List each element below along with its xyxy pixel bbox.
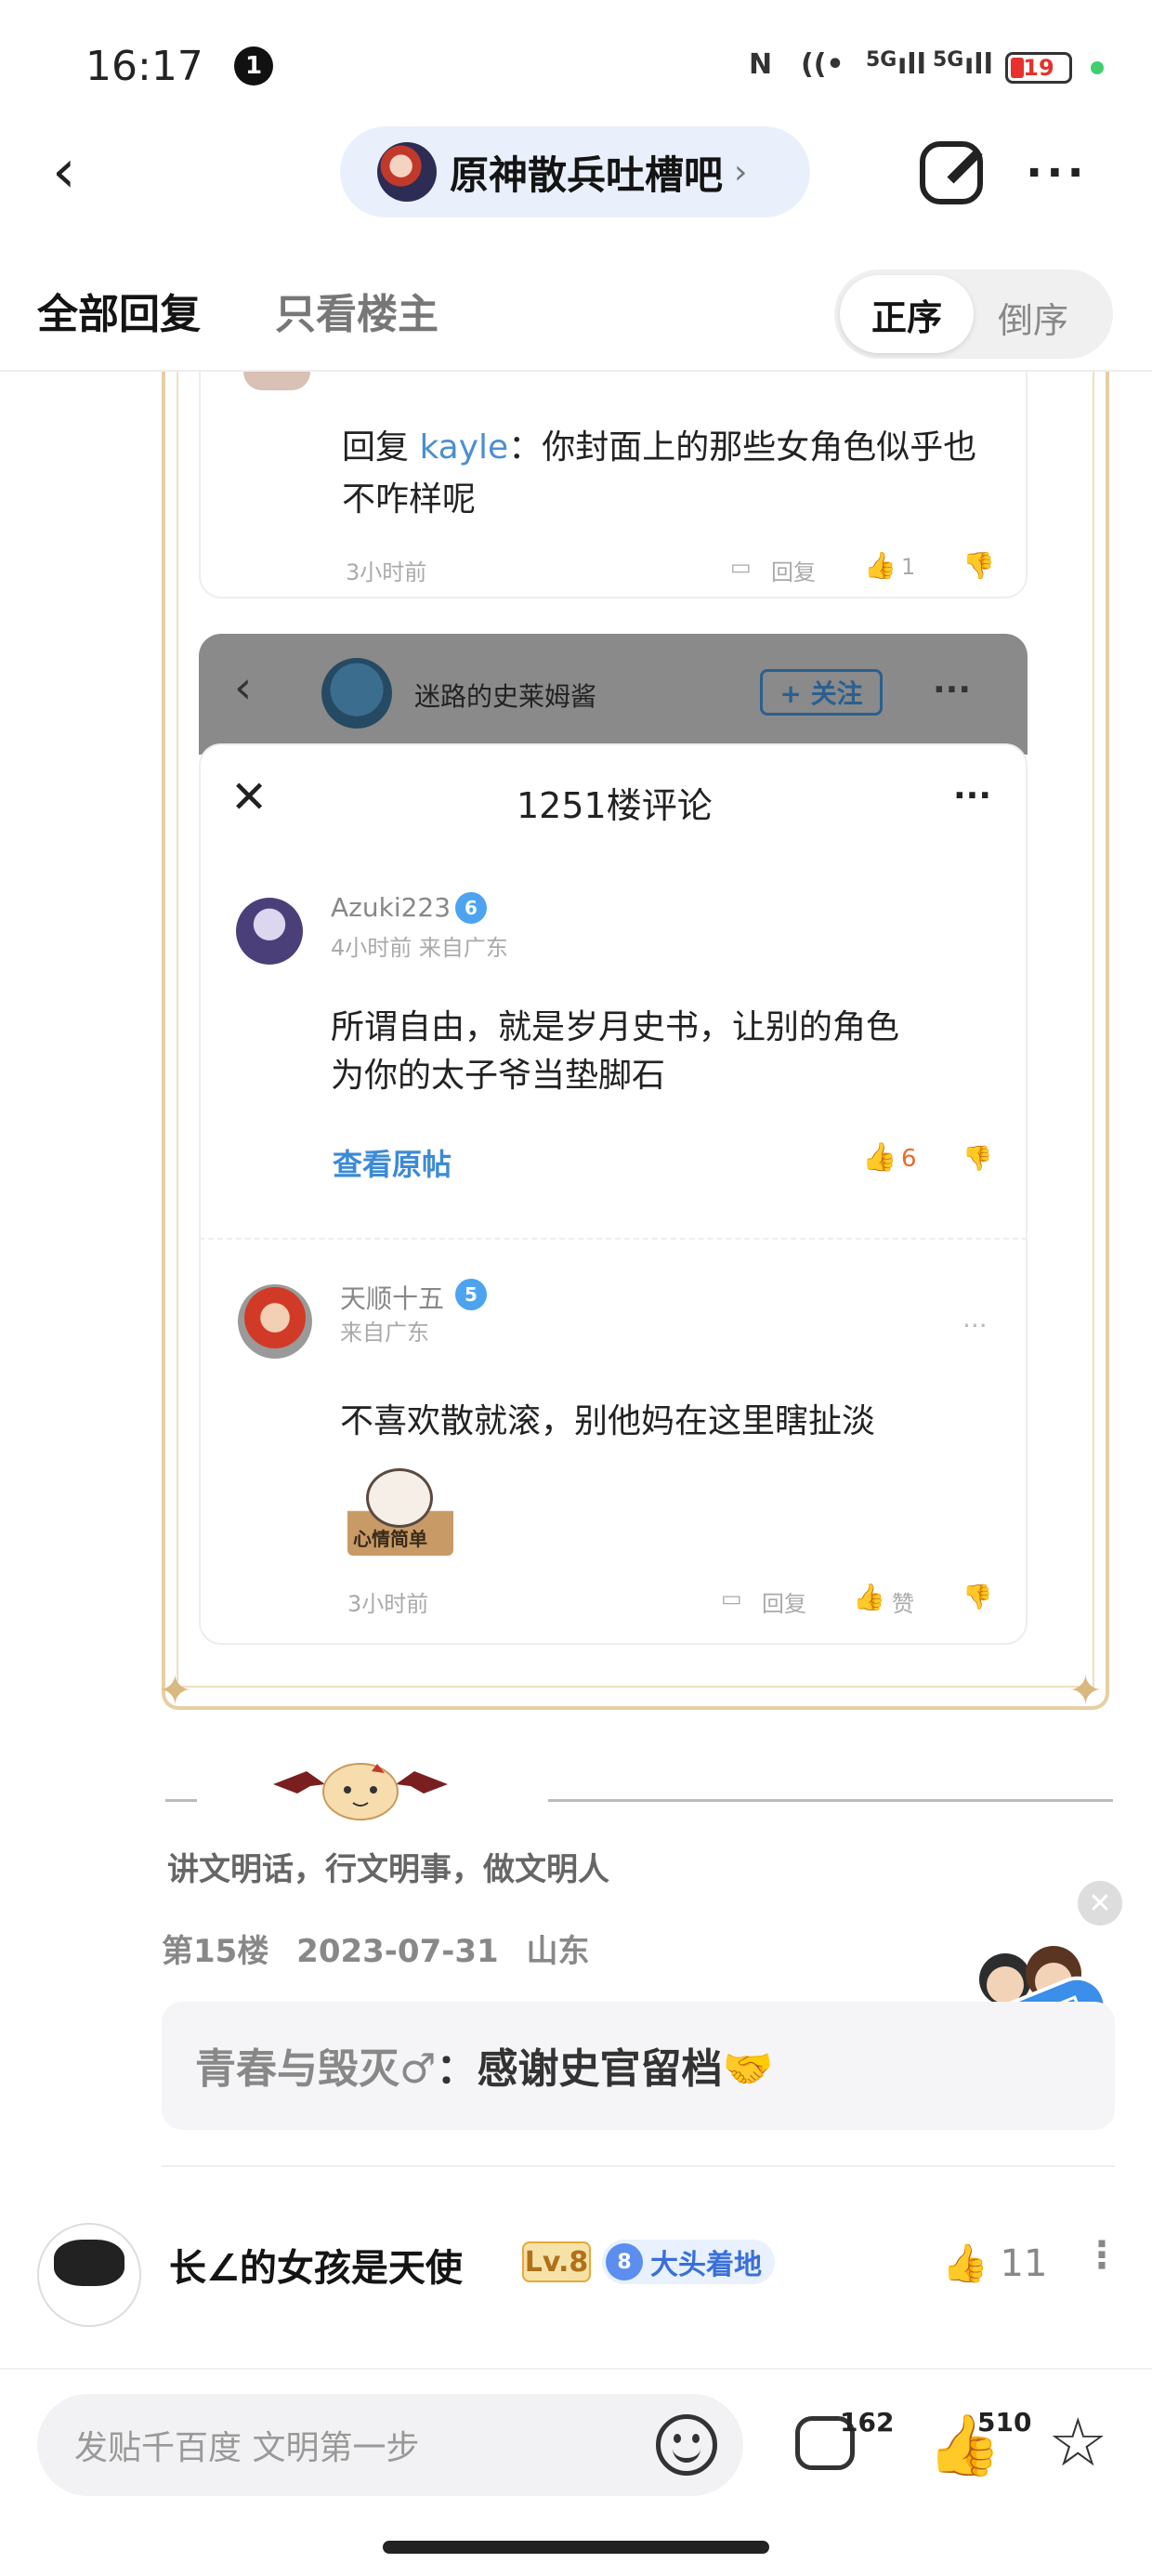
signature-line-right [548, 1799, 1113, 1802]
floor-meta: 第15楼 2023-07-31 山东 [162, 1925, 590, 1971]
comment-meta: 4小时前 来自广东 [331, 935, 508, 961]
emoji-icon[interactable] [656, 2414, 717, 2476]
comment-likes: 6 [901, 1145, 917, 1173]
comment-count: 162 [840, 2407, 895, 2438]
avatar [236, 898, 303, 965]
avatar-face [54, 2240, 124, 2286]
more-icon: ··· [933, 671, 972, 709]
post-signature: 讲文明话，行文明事，做文明人 [167, 1851, 609, 1888]
comment-divider [199, 1238, 1028, 1240]
comment-username: 天顺十五 [340, 1283, 445, 1314]
charging-dot [1091, 61, 1104, 74]
network-label-1: 5G [866, 48, 897, 72]
post-location: 山东 [526, 1933, 590, 1970]
title-level: 8 [606, 2243, 643, 2280]
cropped-avatar [243, 372, 310, 390]
forum-link[interactable]: 原神散兵吐槽吧 › [340, 126, 810, 217]
thumbs-down-icon: 👎 [962, 1145, 993, 1173]
title-label: 大头着地 [650, 2249, 762, 2281]
status-time: 16:17 [85, 43, 203, 90]
back-icon: ‹ [234, 662, 253, 714]
battery-level: 19 [1023, 55, 1054, 81]
post-divider [162, 2165, 1115, 2167]
level-badge: 6 [455, 892, 487, 924]
reply-user: kayle [419, 428, 509, 467]
thumbs-down-icon: 👎 [962, 550, 995, 581]
bat-cat-signature-image [273, 1763, 448, 1820]
promo-close-icon[interactable]: ✕ [1078, 1881, 1122, 1925]
thumbs-up-icon: 👍 [864, 550, 897, 581]
forum-name: 原神散兵吐槽吧 [450, 151, 724, 198]
signature-line-left [165, 1799, 197, 1802]
tab-all-replies[interactable]: 全部回复 [37, 281, 201, 340]
back-button[interactable]: ‹ [52, 139, 89, 204]
more-icon: ··· [953, 777, 992, 815]
network-label-2: 5G [933, 48, 964, 72]
reply-likes: 1 [901, 554, 916, 580]
thumbs-up-icon: 👍 [853, 1582, 885, 1612]
avatar [238, 1284, 312, 1359]
vertical-more-icon[interactable]: ⋮ [1083, 2234, 1120, 2277]
comment-time: 3小时前 [347, 1591, 429, 1617]
sticker-face [366, 1468, 433, 1528]
forum-avatar [377, 142, 437, 202]
frame-corner-star-right: ✦ [1068, 1667, 1103, 1715]
reply-prefix: 回复 [342, 428, 420, 467]
level-badge: 5 [455, 1279, 487, 1310]
close-icon: ✕ [230, 771, 268, 823]
signal-icon-2: ıll [964, 48, 993, 81]
chevron-right-icon: › [734, 152, 748, 191]
header-username: 迷路的史莱姆酱 [414, 681, 597, 712]
comment-icon: ▭ [730, 554, 752, 580]
quoted-reply-text: 回复 kayle：你封面上的那些女角色似乎也不咋样呢 [342, 422, 992, 526]
edit-icon[interactable] [920, 141, 983, 204]
post-username[interactable]: 长∠的女孩是天使 [169, 2238, 463, 2292]
sub-reply-box[interactable]: 青春与毁灭♂：感谢史官留档🤝 [162, 2002, 1115, 2130]
reply-action: 回复 [771, 559, 816, 585]
title-badge: 8 大头着地 [602, 2240, 775, 2284]
floor-number: 第15楼 [162, 1933, 269, 1970]
like-count: 510 [977, 2407, 1032, 2438]
thumbs-up-icon: 👍 [942, 2242, 988, 2285]
home-indicator[interactable] [383, 2541, 769, 2554]
sort-descending-button[interactable]: 倒序 [998, 292, 1068, 343]
battery-icon: 19 [1005, 52, 1072, 84]
more-icon: ··· [962, 1310, 988, 1341]
comment-username: Azuki223 [331, 892, 452, 923]
comment-text: 所谓自由，就是岁月史书，让别的角色为你的太子爷当垫脚石 [331, 1008, 900, 1095]
sticker-caption: 心情简单 [353, 1528, 427, 1550]
thumbs-down-icon: 👎 [962, 1584, 993, 1611]
comment-sheet [199, 743, 1028, 1645]
view-original-link: 查看原帖 [333, 1147, 452, 1182]
post-likes: 11 [1000, 2242, 1048, 2285]
reply-time: 3小时前 [346, 559, 427, 585]
slime-avatar [321, 658, 392, 729]
comment-icon: ▭ [721, 1585, 742, 1611]
more-icon[interactable]: ··· [1026, 147, 1088, 199]
nfc-icon: N [749, 48, 773, 81]
star-icon[interactable]: ☆ [1048, 2409, 1108, 2476]
level-badge: Lv.8 [522, 2241, 591, 2282]
sub-reply-text: ：感谢史官留档🤝 [436, 2045, 774, 2093]
wifi-icon: ((• [801, 48, 844, 81]
comment-meta: 来自广东 [340, 1320, 429, 1346]
follow-button: + 关注 [760, 669, 883, 716]
sheet-title: 1251楼评论 [517, 785, 713, 826]
sub-reply-user[interactable]: 青春与毁灭♂ [195, 2045, 436, 2093]
like-action: 赞 [892, 1591, 914, 1617]
reply-action: 回复 [762, 1591, 806, 1617]
notification-badge: 1 [234, 46, 273, 85]
post-like-button[interactable]: 👍 11 [942, 2241, 1047, 2285]
compose-input[interactable]: 发贴千百度 文明第一步 [37, 2394, 743, 2496]
post-date: 2023-07-31 [296, 1933, 499, 1970]
thumbs-up-icon: 👍 [862, 1141, 897, 1174]
tab-op-only[interactable]: 只看楼主 [275, 281, 439, 340]
signal-icon-1: ıll [897, 48, 926, 81]
comment-text: 不喜欢散就滚，别他妈在这里瞎扯淡 [340, 1402, 876, 1440]
sort-ascending-button[interactable]: 正序 [840, 275, 974, 353]
frame-corner-star-left: ✦ [158, 1667, 192, 1715]
